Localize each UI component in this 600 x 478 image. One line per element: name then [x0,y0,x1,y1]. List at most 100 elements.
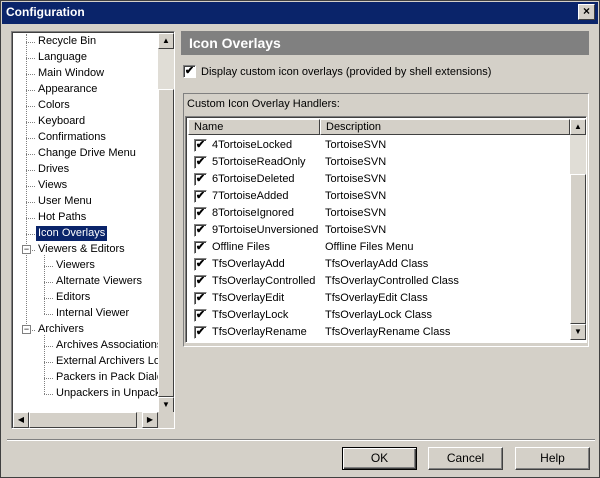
tree-item[interactable]: Archives Associations [54,338,159,353]
handler-name: TfsOverlayRename [212,326,307,338]
check-icon: ✔ [195,241,206,253]
table-row[interactable]: ✔ TfsOverlayControlled TfsOverlayControlle… [188,273,570,290]
close-button[interactable]: × [578,4,595,20]
tree-item[interactable]: Editors [54,290,92,305]
handler-name: 9TortoiseUnversioned [212,224,319,236]
handlers-group-title: Custom Icon Overlay Handlers: [187,98,340,110]
row-checkbox[interactable]: ✔ [194,190,207,203]
handler-name: 4TortoiseLocked [212,139,293,151]
cancel-button[interactable]: Cancel [428,447,503,470]
tree-item[interactable]: Drives [36,162,71,177]
tree-item[interactable]: Alternate Viewers [54,274,144,289]
row-checkbox[interactable]: ✔ [194,275,207,288]
tree-item[interactable]: Viewers & Editors [36,242,127,257]
handler-description: TfsOverlayAdd Class [325,258,429,270]
tree-item[interactable]: User Menu [36,194,94,209]
check-icon: ✔ [195,207,206,219]
table-row[interactable]: ✔ TfsOverlayRename TfsOverlayRename Class [188,324,570,341]
row-checkbox[interactable]: ✔ [194,173,207,186]
list-scroll-down-button[interactable]: ▼ [570,324,586,340]
tree-item[interactable]: Viewers [54,258,97,273]
tree-horizontal-scrollbar[interactable]: ◀ ▶ [13,412,158,428]
column-header-name[interactable]: Name [188,119,320,135]
tree-item[interactable]: Internal Viewer [54,306,131,321]
tree-guide-line [26,218,35,219]
tree-item[interactable]: External Archivers Loc [54,354,159,369]
check-icon: ✔ [195,292,206,304]
handler-description: TortoiseSVN [325,139,387,151]
tree-item[interactable]: Appearance [36,82,99,97]
handler-description: Offline Files Menu [325,241,414,253]
table-row[interactable]: ✔ 5TortoiseReadOnly TortoiseSVN [188,154,570,171]
tree-guide-line [44,346,53,347]
row-checkbox[interactable]: ✔ [194,309,207,322]
tree-vertical-scrollbar[interactable]: ▲ ▼ [158,33,174,413]
table-row[interactable]: ✔ TfsOverlayLock TfsOverlayLock Class [188,307,570,324]
tree-guide-line [44,266,53,267]
column-header-description[interactable]: Description [320,119,570,135]
row-checkbox[interactable]: ✔ [194,241,207,254]
tree-item[interactable]: Language [36,50,89,65]
row-checkbox[interactable]: ✔ [194,326,207,339]
tree-item[interactable]: Confirmations [36,130,108,145]
tree-item[interactable]: Colors [36,98,72,113]
table-row[interactable]: ✔ 4TortoiseLocked TortoiseSVN [188,137,570,154]
table-row[interactable]: ✔ 6TortoiseDeleted TortoiseSVN [188,171,570,188]
tree-item[interactable]: Recycle Bin [36,34,98,49]
page-title: Icon Overlays [181,31,589,55]
tree-item[interactable]: Unpackers in Unpack [54,386,159,401]
settings-tree[interactable]: Recycle Bin Language Main Window Appearance… [11,31,175,429]
table-row[interactable]: ✔ Offline Files Offline Files Menu [188,239,570,256]
arrow-down-icon: ▼ [162,400,170,409]
tree-item[interactable]: Hot Paths [36,210,88,225]
hscroll-thumb[interactable] [29,412,137,428]
table-row[interactable]: ✔ 7TortoiseAdded TortoiseSVN [188,188,570,205]
tree-item[interactable]: Keyboard [36,114,87,129]
row-checkbox[interactable]: ✔ [194,139,207,152]
handler-description: TortoiseSVN [325,190,387,202]
list-scroll-thumb[interactable] [570,174,586,324]
tree-item[interactable]: Views [36,178,69,193]
scroll-down-button[interactable]: ▼ [158,397,174,413]
handler-description: TfsOverlayRename Class [325,326,451,338]
button-separator [7,439,595,441]
table-row[interactable]: ✔ TfsOverlayAdd TfsOverlayAdd Class [188,256,570,273]
handler-description: TfsOverlayControlled Class [325,275,459,287]
tree-item[interactable]: Main Window [36,66,106,81]
scroll-left-button[interactable]: ◀ [13,412,29,428]
arrow-up-icon: ▲ [574,122,582,131]
handler-name: TfsOverlayEdit [212,292,285,304]
collapse-icon[interactable]: − [22,325,31,334]
collapse-icon[interactable]: − [22,245,31,254]
handlers-list[interactable]: Name Description ✔ 4TortoiseLocked Tortois… [185,116,587,343]
scroll-right-button[interactable]: ▶ [142,412,158,428]
display-overlays-checkbox[interactable]: ✔ [183,65,196,78]
check-icon: ✔ [195,258,206,270]
tree-guide-line [44,298,53,299]
handler-name: TfsOverlayAdd [212,258,285,270]
display-overlays-label[interactable]: Display custom icon overlays (provided b… [201,65,491,79]
tree-item[interactable]: Change Drive Menu [36,146,138,161]
tree-guide-line [44,282,53,283]
tree-items: Recycle Bin Language Main Window Appearance… [14,34,159,412]
row-checkbox[interactable]: ✔ [194,224,207,237]
list-scroll-up-button[interactable]: ▲ [570,119,586,135]
help-button[interactable]: Help [515,447,590,470]
scroll-thumb[interactable] [158,89,174,397]
row-checkbox[interactable]: ✔ [194,292,207,305]
check-icon: ✔ [195,326,206,338]
table-row[interactable]: ✔ 8TortoiseIgnored TortoiseSVN [188,205,570,222]
row-checkbox[interactable]: ✔ [194,258,207,271]
handler-name: TfsOverlayLock [212,309,289,321]
scroll-up-button[interactable]: ▲ [158,33,174,49]
table-row[interactable]: ✔ 9TortoiseUnversioned TortoiseSVN [188,222,570,239]
row-checkbox[interactable]: ✔ [194,156,207,169]
tree-item[interactable]: Icon Overlays [36,226,108,241]
ok-button[interactable]: OK [342,447,417,470]
table-row[interactable]: ✔ TfsOverlayEdit TfsOverlayEdit Class [188,290,570,307]
handler-description: TortoiseSVN [325,173,387,185]
list-vertical-scrollbar[interactable]: ▲ ▼ [570,119,586,340]
handler-name: 6TortoiseDeleted [212,173,295,185]
tree-item[interactable]: Packers in Pack Dialo [54,370,159,385]
row-checkbox[interactable]: ✔ [194,207,207,220]
